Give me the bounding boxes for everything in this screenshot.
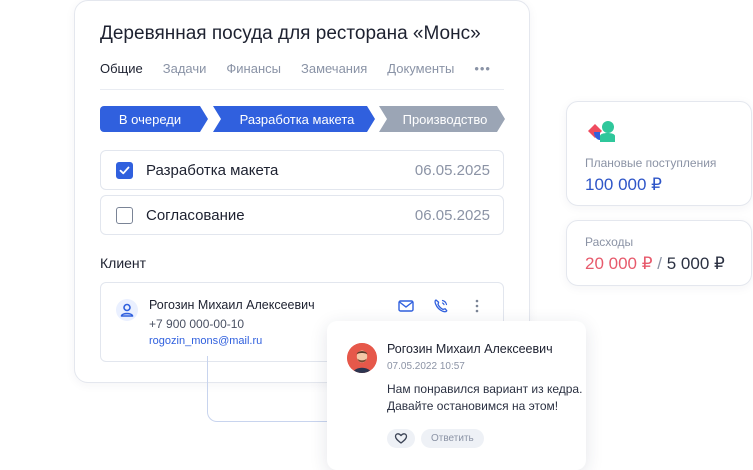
comment-date: 07.05.2022 10:57: [387, 361, 465, 372]
heart-icon: [394, 433, 408, 444]
comment-text: Нам понравился вариант из кедра. Давайте…: [387, 381, 582, 415]
project-title: Деревянная посуда для ресторана «Монс»: [100, 23, 481, 44]
tab-finances[interactable]: Финансы: [226, 61, 281, 76]
expenses-value: 20 000 ₽ / 5 000 ₽: [585, 254, 725, 274]
stage-layout-dev[interactable]: Разработка макета: [213, 106, 375, 132]
stage-label: В очереди: [118, 111, 182, 127]
stage-production[interactable]: Производство: [379, 106, 505, 132]
phone-icon[interactable]: [432, 297, 450, 315]
task-date: 06.05.2025: [414, 207, 490, 224]
comment-line: Давайте остановимся на этом!: [387, 399, 559, 413]
client-name: Рогозин Михаил Алексеевич: [149, 298, 315, 312]
comment-line: Нам понравился вариант из кедра.: [387, 382, 583, 396]
more-vertical-icon[interactable]: [468, 297, 486, 315]
reply-button[interactable]: Ответить: [421, 429, 484, 448]
tab-remarks[interactable]: Замечания: [301, 61, 367, 76]
comment-connector-line: [207, 356, 331, 422]
tab-tasks[interactable]: Задачи: [163, 61, 207, 76]
mail-icon[interactable]: [397, 297, 415, 315]
like-button[interactable]: [387, 429, 415, 448]
comment-author: Рогозин Михаил Алексеевич: [387, 342, 553, 356]
expenses-separator: /: [657, 254, 663, 273]
user-icon: [116, 299, 138, 321]
task-checkbox[interactable]: [116, 162, 133, 179]
stage-label: Производство: [402, 111, 488, 127]
tab-general[interactable]: Общие: [100, 61, 143, 76]
check-icon: [119, 166, 130, 175]
task-label: Согласование: [146, 207, 245, 224]
client-heading: Клиент: [100, 255, 147, 271]
stage-label: Разработка макета: [239, 111, 355, 127]
task-row: Согласование 06.05.2025: [100, 195, 504, 235]
planned-income-value: 100 000 ₽: [585, 175, 662, 194]
client-email-link[interactable]: rogozin_mons@mail.ru: [149, 335, 262, 347]
expenses-budget: 5 000 ₽: [666, 254, 725, 273]
task-row: Разработка макета 06.05.2025: [100, 150, 504, 190]
client-phone: +7 900 000-00-10: [149, 317, 245, 331]
more-tabs-icon[interactable]: •••: [474, 61, 491, 76]
tabs-divider: [100, 89, 504, 90]
expenses-label: Расходы: [585, 235, 634, 249]
app-logo-icon: [588, 121, 615, 142]
avatar: [347, 343, 377, 373]
task-date: 06.05.2025: [414, 162, 490, 179]
expenses-spent: 20 000 ₽: [585, 254, 653, 273]
planned-income-card: Плановые поступления 100 000 ₽: [566, 101, 752, 206]
comment-popover: Рогозин Михаил Алексеевич 07.05.2022 10:…: [327, 321, 586, 470]
task-label: Разработка макета: [146, 162, 279, 179]
project-tabs: Общие Задачи Финансы Замечания Документы…: [100, 61, 491, 76]
stage-queue[interactable]: В очереди: [100, 106, 208, 132]
task-checkbox[interactable]: [116, 207, 133, 224]
tab-documents[interactable]: Документы: [387, 61, 454, 76]
expenses-card: Расходы 20 000 ₽ / 5 000 ₽: [566, 220, 752, 286]
planned-income-label: Плановые поступления: [585, 156, 717, 170]
